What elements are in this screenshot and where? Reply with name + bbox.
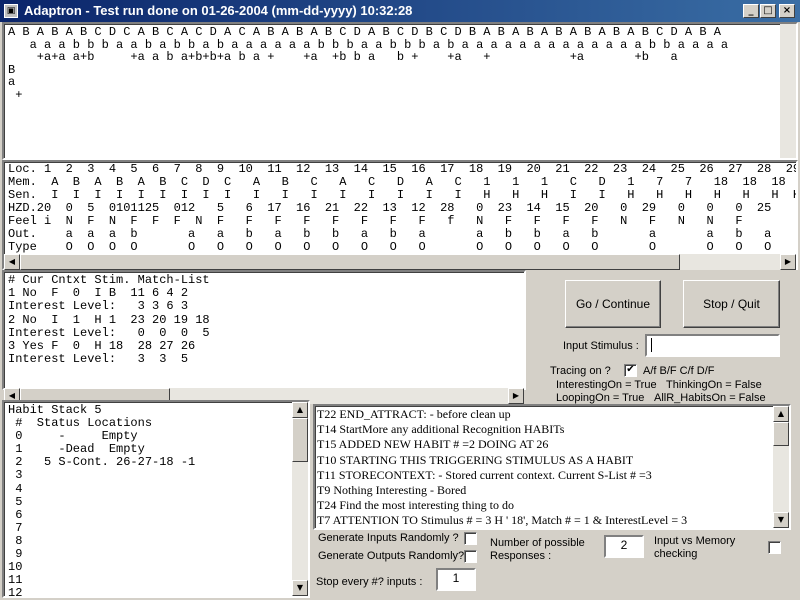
stimulus-line: A B A B A B C D C A B C A C D A C A B A … [8, 25, 721, 39]
gen-outputs-label: Generate Outputs Randomly? [318, 550, 465, 562]
habit-line: 12 [8, 586, 23, 598]
scroll-down-icon[interactable]: ▼ [292, 580, 308, 596]
scroll-right-icon[interactable]: ▶ [780, 254, 796, 270]
log-line: T15 ADDED NEW HABIT # =2 DOING AT 26 [317, 437, 549, 452]
tracing-label: Tracing on ? [550, 365, 611, 377]
trace-log-text: T22 END_ATTRACT: - before clean up T14 St… [317, 407, 688, 528]
trace-log-panel[interactable]: T22 END_ATTRACT: - before clean up T14 St… [313, 404, 791, 530]
habit-stack-panel[interactable]: Habit Stack 5 # Status Locations 0 - Emp… [2, 400, 310, 598]
window-title: Adaptron - Test run done on 01-26-2004 (… [24, 3, 413, 18]
gen-inputs-label: Generate Inputs Randomly ? [318, 532, 459, 544]
scroll-right-icon[interactable]: ▶ [508, 388, 524, 404]
stop-quit-button[interactable]: Stop / Quit [683, 280, 780, 328]
text-cursor [651, 337, 652, 352]
input-stimulus-label: Input Stimulus : [563, 340, 639, 352]
tracing-flags: A/f B/F C/f D/F [643, 365, 715, 377]
minimize-button[interactable]: _ [743, 4, 759, 18]
log-vscroll[interactable]: ▲ ▼ [773, 406, 789, 528]
habit-line: 4 [8, 481, 23, 496]
app-icon[interactable]: ▣ [4, 4, 18, 18]
looping-on-status: LoopingOn = True [556, 392, 645, 404]
log-vscroll-thumb[interactable] [773, 422, 789, 446]
habit-line: 3 [8, 468, 23, 483]
habit-line: 5 [8, 494, 23, 509]
memory-row: Type O O O O O O O O O O O O O O O O O O… [8, 240, 772, 254]
input-vs-memory-label-2: checking [654, 548, 698, 560]
habit-line: 7 [8, 520, 23, 535]
scroll-left-icon[interactable]: ◀ [4, 254, 20, 270]
num-responses-label-2: Responses : [490, 550, 552, 562]
scroll-up-icon[interactable]: ▲ [292, 402, 308, 418]
log-line: T10 STARTING THIS TRIGGERING STIMULUS AS… [317, 452, 634, 467]
stimulus-line: +a+a a+b +a a b a+b+b+a b a + +a +b b a … [8, 50, 678, 64]
memory-hscroll[interactable]: ◀ ▶ [4, 254, 796, 270]
stimulus-line: + [8, 87, 23, 102]
habit-vscroll-thumb[interactable] [292, 418, 308, 462]
maximize-button[interactable]: □ [760, 4, 776, 18]
thinking-on-status: ThinkingOn = False [666, 379, 762, 391]
context-line: Interest Level: 3 3 6 3 [8, 299, 189, 314]
title-bar: ▣ Adaptron - Test run done on 01-26-2004… [0, 0, 800, 22]
input-stimulus-field[interactable] [645, 334, 780, 357]
context-line: Interest Level: 3 3 5 [8, 352, 189, 367]
gen-inputs-checkbox[interactable] [464, 532, 477, 545]
habit-line: 10 [8, 560, 23, 575]
context-text: # Cur Cntxt Stim. Match-List 1 No F 0 I B… [8, 273, 210, 367]
log-line: T7 ATTENTION TO Stimulus # = 3 H ' 18', … [317, 513, 688, 528]
log-line: T24 Find the most interesting thing to d… [317, 498, 514, 513]
scroll-down-icon[interactable]: ▼ [773, 512, 789, 528]
memory-table: Loc. 1 2 3 4 5 6 7 8 9 10 11 12 13 14 15… [8, 163, 796, 254]
gen-outputs-checkbox[interactable] [464, 550, 477, 563]
habit-line: 2 5 S-Cont. 26-27-18 -1 [8, 455, 196, 470]
context-line: 2 No I 1 H 1 23 20 19 18 [8, 312, 210, 327]
log-line: T22 END_ATTRACT: - before clean up [317, 407, 511, 421]
log-line: T14 StartMore any additional Recognition… [317, 422, 565, 437]
scroll-up-icon[interactable]: ▲ [773, 406, 789, 422]
num-responses-field[interactable]: 2 [604, 535, 644, 558]
stimulus-text: A B A B A B C D C A B C A C D A C A B A … [8, 26, 728, 101]
tracing-checkbox[interactable]: ✔ [624, 364, 637, 377]
input-vs-memory-checkbox[interactable] [768, 541, 781, 554]
log-line: T9 Nothing Interesting - Bored [317, 483, 467, 498]
stop-every-label: Stop every #? inputs : [316, 576, 423, 588]
habit-line: 6 [8, 507, 23, 522]
log-line: T11 STORECONTEXT: - Stored current conte… [317, 467, 652, 482]
input-vs-memory-label: Input vs Memory [654, 535, 736, 547]
stimulus-panel[interactable]: A B A B A B C D C A B C A C D A C A B A … [2, 22, 798, 160]
stimulus-vscroll-track[interactable] [780, 24, 796, 158]
interesting-on-status: InterestingOn = True [556, 379, 657, 391]
stop-every-field[interactable]: 1 [436, 568, 476, 591]
num-responses-label: Number of possible [490, 537, 585, 549]
memory-hscroll-thumb[interactable] [20, 254, 680, 270]
go-continue-button[interactable]: Go / Continue [565, 280, 661, 328]
habit-vscroll[interactable]: ▲ ▼ [292, 402, 308, 596]
habit-line: 8 [8, 533, 23, 548]
stimulus-line: a [8, 75, 16, 89]
stimulus-line: B [8, 62, 16, 77]
close-button[interactable]: × [779, 4, 795, 18]
allr-habits-on-status: AllR_HabitsOn = False [654, 392, 766, 404]
habit-stack-text: Habit Stack 5 # Status Locations 0 - Emp… [8, 403, 196, 598]
context-panel[interactable]: # Cur Cntxt Stim. Match-List 1 No F 0 I B… [2, 270, 526, 390]
habit-line: 11 [8, 573, 23, 588]
habit-line: 9 [8, 547, 23, 562]
